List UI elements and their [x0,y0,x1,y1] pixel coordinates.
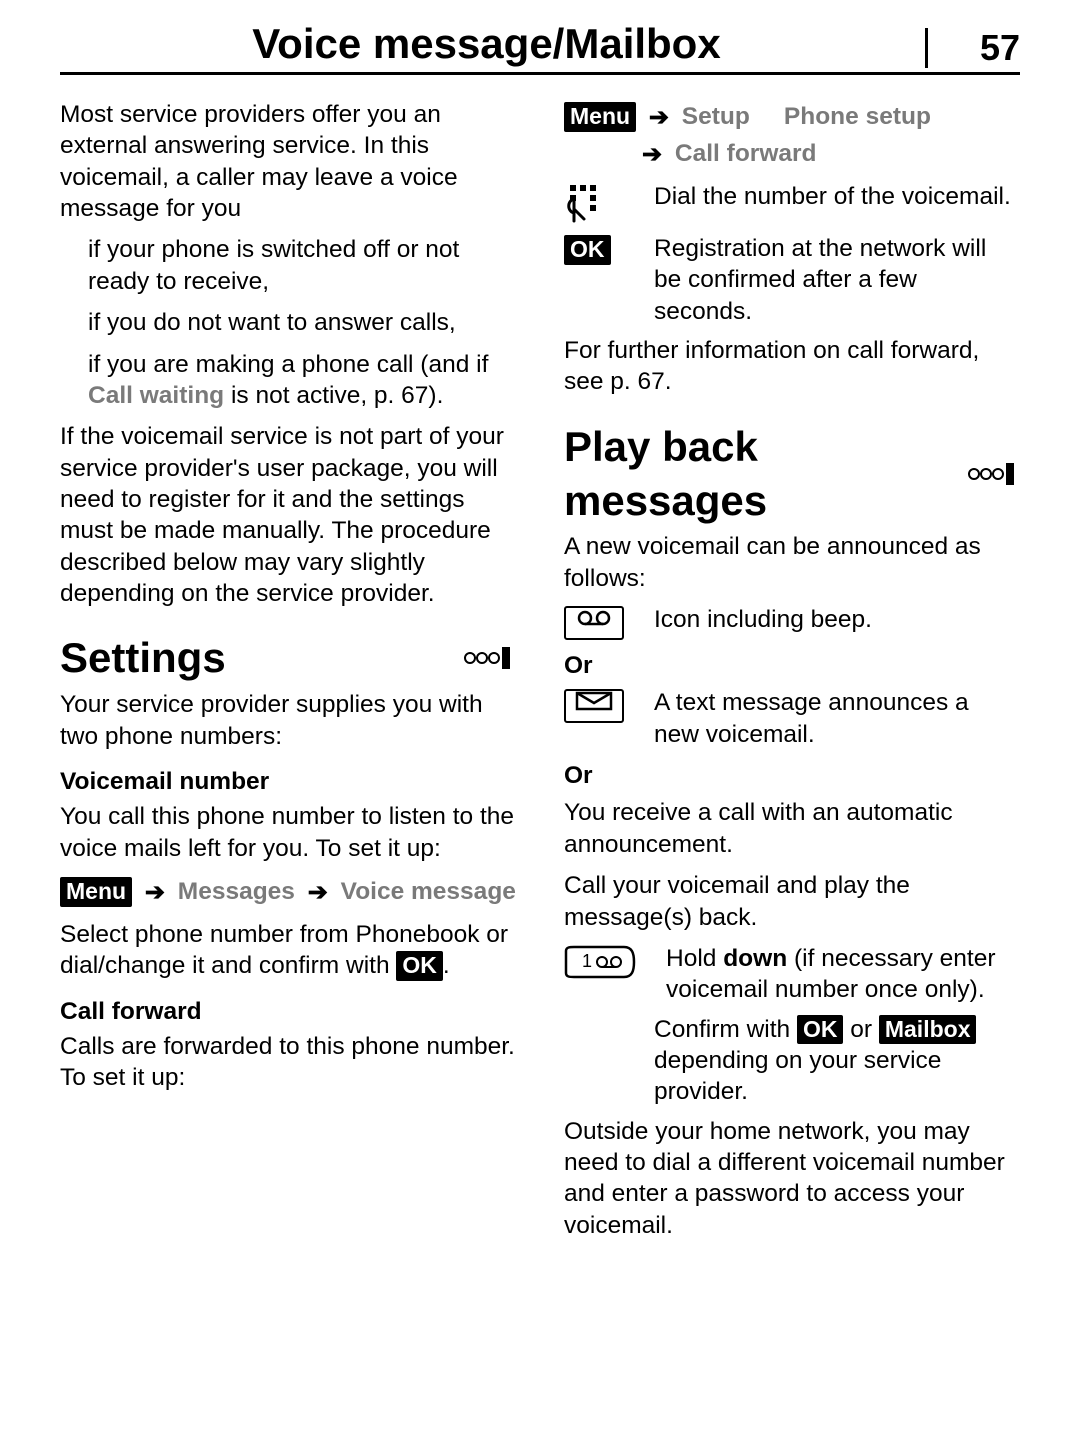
call-forward-label: Call forward [675,140,817,167]
or-label-2: Or [564,760,1020,791]
menu-sequence-callforward: Menu ➔ Setup Phone setup ➔ Call forward [564,99,1020,173]
confirm-text: Confirm with OK or Mailbox depending on … [654,1014,1020,1108]
setup-label: Setup [682,103,750,130]
tape-icon-row: Icon including beep. [564,604,1020,640]
call-forward-text: Calls are forwarded to this phone number… [60,1031,516,1094]
or-label-1: Or [564,650,1020,681]
ok-button: OK [564,235,611,265]
confirm-row: Confirm with OK or Mailbox depending on … [564,1014,1020,1108]
provider-text: Your service provider supplies you with … [60,689,516,752]
ok-registration-row: OK Registration at the network will be c… [564,233,1020,327]
menu-button: Menu [564,102,636,132]
content-columns: Most service providers offer you an exte… [60,95,1020,1251]
intro-paragraph: Most service providers offer you an exte… [60,99,516,224]
select-phone-paragraph: Select phone number from Phonebook or di… [60,919,516,982]
dial-text: Dial the number of the voicemail. [654,181,1020,212]
arrow-icon: ➔ [649,100,669,136]
playback-heading: Play back messages [564,420,964,528]
network-provider-icon [460,644,516,672]
further-info-text: For further information on call forward,… [564,335,1020,398]
voicemail-number-heading: Voicemail number [60,766,516,797]
down-label: down [723,945,787,972]
announce-intro: A new voicemail can be announced as foll… [564,531,1020,594]
empty-icon-slot [564,1014,624,1016]
call-waiting-label: Call waiting [88,382,224,409]
ok-button: OK [797,1015,844,1045]
voice-message-label: Voice message [341,878,516,905]
icon-beep-text: Icon including beep. [654,604,1020,635]
key-1-voicemail-icon: 1 [564,943,636,979]
menu-button: Menu [60,877,132,907]
bullet-3: if you are making a phone call (and if C… [60,349,516,412]
bullet-3-suffix: is not active, p. 67). [224,382,443,409]
envelope-icon [564,687,624,723]
arrow-icon: ➔ [145,875,165,911]
phone-setup-label: Phone setup [784,103,931,130]
hold-down-text: Hold down (if necessary enter voicemail … [666,943,1020,1006]
page-number: 57 [925,28,1020,68]
ok-button-icon: OK [564,233,624,265]
select-phone-suffix: . [443,952,450,979]
call-play-text: Call your voicemail and play the message… [564,870,1020,933]
keypad-dial-row: Dial the number of the voicemail. [564,181,1020,225]
menu-sequence-voicemail: Menu ➔ Messages ➔ Voice message [60,874,516,911]
receive-call-text: You receive a call with an automatic ann… [564,797,1020,860]
registration-text: Registration at the network will be conf… [654,233,1020,327]
ok-button: OK [396,951,443,981]
messages-label: Messages [178,878,295,905]
confirm-prefix: Confirm with [654,1016,797,1043]
text-message-text: A text message announces a new voicemail… [654,687,1020,750]
bullet-2: if you do not want to answer calls, [60,307,516,338]
manual-page: Voice message/Mailbox 57 Most service pr… [0,0,1080,1429]
message-icon-row: A text message announces a new voicemail… [564,687,1020,750]
network-provider-icon [964,460,1020,488]
bullet-3-prefix: if you are making a phone call (and if [88,351,488,378]
svg-text:1: 1 [582,951,592,971]
page-header: Voice message/Mailbox 57 [60,20,1020,75]
confirm-suffix: depending on your service provider. [654,1047,941,1105]
settings-heading: Settings [60,631,226,685]
page-title: Voice message/Mailbox [60,20,913,68]
voicemail-number-text: You call this phone number to listen to … [60,801,516,864]
column-right: Menu ➔ Setup Phone setup ➔ Call forward [564,95,1020,1251]
playback-heading-row: Play back messages [564,420,1020,528]
arrow-icon: ➔ [308,875,328,911]
voicemail-service-paragraph: If the voicemail service is not part of … [60,421,516,609]
key-one-row: 1 Hold down (if necessary enter voicemai… [564,943,1020,1006]
arrow-icon: ➔ [642,137,662,173]
bullet-1: if your phone is switched off or not rea… [60,234,516,297]
voicemail-tape-icon [564,604,624,640]
hold-prefix: Hold [666,945,723,972]
confirm-middle: or [843,1016,878,1043]
mailbox-button: Mailbox [879,1015,977,1045]
outside-network-text: Outside your home network, you may need … [564,1116,1020,1241]
keypad-icon [564,181,624,225]
column-left: Most service providers offer you an exte… [60,95,516,1251]
call-forward-heading: Call forward [60,996,516,1027]
settings-heading-row: Settings [60,631,516,685]
